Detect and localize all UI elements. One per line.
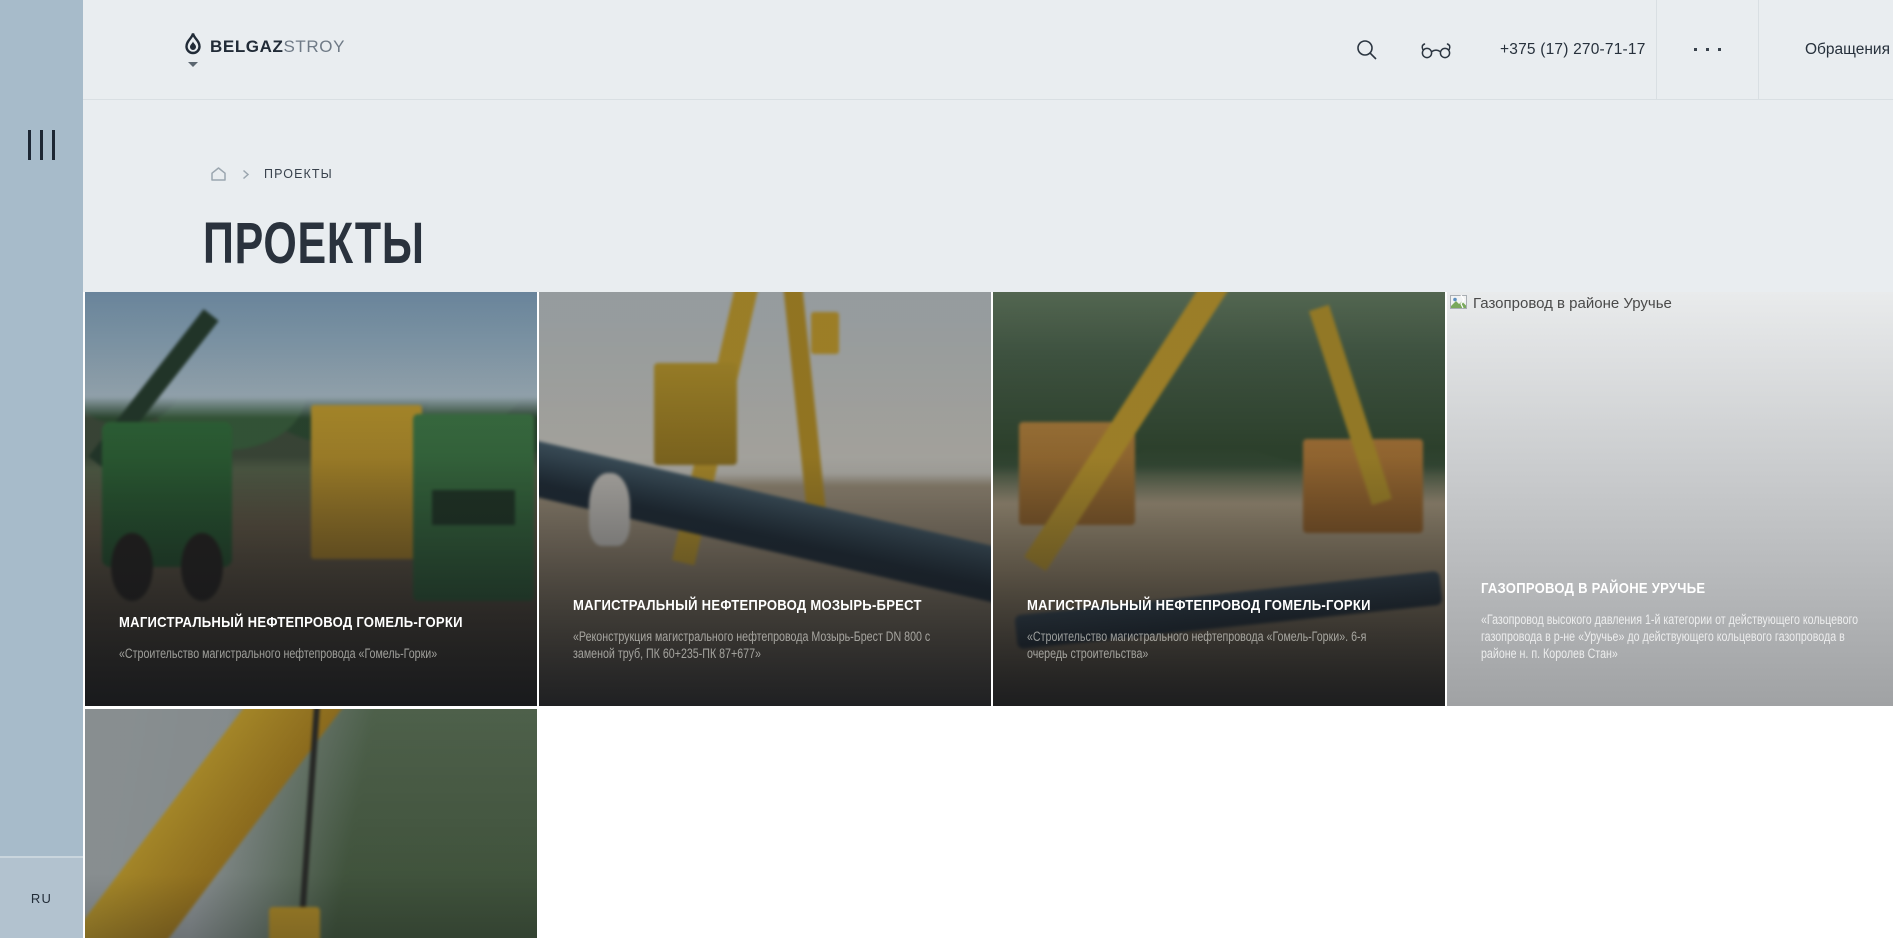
search-icon <box>1355 38 1379 62</box>
language-switcher[interactable]: RU <box>0 856 83 938</box>
broken-image-alt-text: Газопровод в районе Уручье <box>1473 295 1672 312</box>
projects-grid: МАГИСТРАЛЬНЫЙ НЕФТЕПРОВОД ГОМЕЛЬ-ГОРКИ «… <box>85 292 1893 938</box>
main-content: ПРОЕКТЫ ПРОЕКТЫ МАГИСТРАЛЬНЫЙ НЕФТЕПРОВО… <box>83 99 1893 938</box>
search-button[interactable] <box>1355 0 1379 99</box>
card-text: ГАЗОПРОВОД В РАЙОНЕ УРУЧЬЕ «Газопровод в… <box>1447 580 1893 706</box>
accessibility-version-button[interactable] <box>1419 0 1453 99</box>
project-title: МАГИСТРАЛЬНЫЙ НЕФТЕПРОВОД ГОМЕЛЬ-ГОРКИ <box>119 614 503 631</box>
project-description: «Строительство магистрального нефтепрово… <box>119 645 501 662</box>
logo[interactable]: BELGAZSTROY <box>183 32 345 60</box>
appeals-button[interactable]: Обращения <box>1758 0 1893 99</box>
phone-number[interactable]: +375 (17) 270-71-17 <box>1500 0 1646 99</box>
menu-button[interactable] <box>28 130 55 160</box>
project-card[interactable] <box>85 709 537 938</box>
breadcrumb-current: ПРОЕКТЫ <box>264 167 333 181</box>
logo-wordmark: BELGAZSTROY <box>210 37 345 57</box>
header: BELGAZSTROY +375 (17) 270-71-17 Обращ <box>83 0 1893 100</box>
broken-image-alt: Газопровод в районе Уручье <box>1450 295 1672 312</box>
page-title: ПРОЕКТЫ <box>203 215 425 273</box>
project-title: ГАЗОПРОВОД В РАЙОНЕ УРУЧЬЕ <box>1481 580 1865 597</box>
projects-page: BELGAZSTROY +375 (17) 270-71-17 Обращ <box>0 0 1893 938</box>
project-description: «Реконструкция магистрального нефтепрово… <box>573 628 955 662</box>
more-menu-button[interactable] <box>1656 0 1758 99</box>
project-card[interactable]: МАГИСТРАЛЬНЫЙ НЕФТЕПРОВОД МОЗЫРЬ-БРЕСТ «… <box>539 292 991 706</box>
project-card[interactable]: Газопровод в районе Уручье ГАЗОПРОВОД В … <box>1447 292 1893 706</box>
project-card[interactable]: МАГИСТРАЛЬНЫЙ НЕФТЕПРОВОД ГОМЕЛЬ-ГОРКИ «… <box>993 292 1445 706</box>
card-text: МАГИСТРАЛЬНЫЙ НЕФТЕПРОВОД ГОМЕЛЬ-ГОРКИ «… <box>993 597 1445 706</box>
project-title: МАГИСТРАЛЬНЫЙ НЕФТЕПРОВОД МОЗЫРЬ-БРЕСТ <box>573 597 957 614</box>
flame-logo-icon <box>183 32 203 60</box>
card-text: МАГИСТРАЛЬНЫЙ НЕФТЕПРОВОД МОЗЫРЬ-БРЕСТ «… <box>539 597 991 706</box>
breadcrumb: ПРОЕКТЫ <box>209 165 333 183</box>
chevron-right-icon <box>242 169 250 180</box>
photo-overlay <box>85 709 537 938</box>
ellipsis-icon <box>1694 48 1697 51</box>
logo-dropdown-arrow-icon <box>188 62 198 67</box>
hamburger-vertical-bars-icon <box>28 130 31 160</box>
left-sidebar: RU <box>0 0 83 938</box>
home-icon[interactable] <box>209 165 228 183</box>
project-title: МАГИСТРАЛЬНЫЙ НЕФТЕПРОВОД ГОМЕЛЬ-ГОРКИ <box>1027 597 1411 614</box>
broken-image-icon <box>1450 295 1468 311</box>
project-card[interactable]: МАГИСТРАЛЬНЫЙ НЕФТЕПРОВОД ГОМЕЛЬ-ГОРКИ «… <box>85 292 537 706</box>
project-description: «Газопровод высокого давления 1-й катего… <box>1481 611 1863 662</box>
appeals-label: Обращения <box>1805 41 1890 59</box>
glasses-icon <box>1419 40 1453 60</box>
card-text: МАГИСТРАЛЬНЫЙ НЕФТЕПРОВОД ГОМЕЛЬ-ГОРКИ «… <box>85 614 537 706</box>
project-description: «Строительство магистрального нефтепрово… <box>1027 628 1409 662</box>
